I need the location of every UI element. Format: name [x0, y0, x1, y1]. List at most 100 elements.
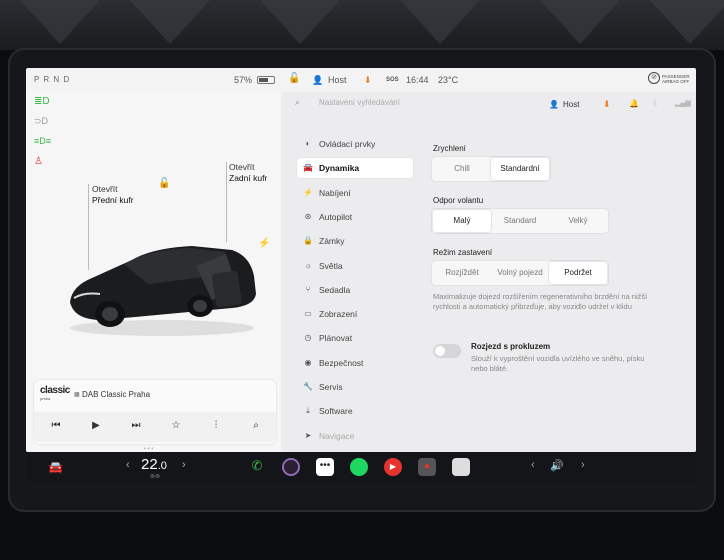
settings-menu-item[interactable]: ▭ Zobrazení: [297, 304, 413, 324]
steering-title: Odpor volantu: [433, 196, 484, 205]
youtube-icon[interactable]: ▶: [384, 458, 402, 476]
settings-menu-item[interactable]: ➤ Navigace: [297, 426, 413, 446]
play-icon[interactable]: ▶: [88, 420, 104, 434]
acceleration-option-standard[interactable]: Standardní: [491, 158, 549, 180]
front-trunk-label: Přední kufr: [92, 195, 134, 205]
volume-up-chevron-icon[interactable]: ›: [581, 459, 585, 471]
navigation-icon: ➤: [304, 430, 312, 440]
toggle-icon: ◐: [305, 139, 311, 148]
station-name: DAB Classic Praha: [82, 390, 151, 399]
equalizer-icon[interactable]: ⫶: [208, 420, 224, 434]
profile-icon[interactable]: 👤: [312, 75, 323, 86]
lock-open-icon[interactable]: 🔓: [288, 73, 300, 84]
car-view-panel: ≣D ⊃D ≡D≡ ♙ Otevřít Přední kufr 🔓 Otevří…: [26, 92, 281, 452]
bluetooth-icon[interactable]: ᛒ: [653, 99, 658, 108]
media-search-icon[interactable]: ⌕: [248, 420, 264, 434]
settings-menu-item[interactable]: ⑂ Sedadla: [297, 280, 413, 300]
more-apps-icon[interactable]: •••: [316, 458, 334, 476]
phone-icon[interactable]: ✆: [248, 458, 266, 476]
search-input[interactable]: Nastavení vyhledávání: [319, 98, 400, 107]
stopping-mode-selector: Rozjíždět Volný pojezd Podržet: [431, 260, 609, 286]
settings-menu-label: Světla: [319, 260, 343, 271]
settings-menu-label: Bezpečnost: [319, 357, 364, 368]
settings-menu-label: Servis: [319, 382, 343, 392]
favorite-star-icon[interactable]: ☆: [168, 420, 184, 434]
outside-temp: 23°C: [438, 75, 459, 85]
dashcam-icon[interactable]: ●: [418, 458, 436, 476]
settings-menu-item[interactable]: ⊛ Autopilot: [297, 207, 413, 227]
stopping-option-creep[interactable]: Rozjíždět: [433, 262, 491, 284]
steering-option-heavy[interactable]: Velký: [549, 210, 607, 232]
settings-menu-label: Software: [319, 406, 353, 417]
bolt-icon: ⚡: [303, 187, 313, 197]
settings-profile-icon[interactable]: 👤: [549, 100, 559, 109]
status-bar: P R N D 57% 🔓 👤 Host ⬇ SOS 16:44 23°C ⊘ …: [26, 68, 696, 92]
previous-track-icon[interactable]: ⏮: [48, 420, 64, 434]
seat-icon: ⑂: [305, 284, 311, 294]
settings-menu-item[interactable]: ◷ Plánovat: [297, 328, 413, 348]
settings-menu-item[interactable]: ◉ Bezpečnost: [297, 353, 413, 373]
settings-menu-label: Nabíjení: [319, 187, 351, 198]
acceleration-option-chill[interactable]: Chill: [433, 158, 491, 180]
car-unlocked-icon[interactable]: 🔓: [158, 178, 170, 189]
stopping-mode-title: Režim zastavení: [433, 248, 493, 257]
sos-label: SOS: [386, 77, 399, 83]
slip-start-toggle[interactable]: [433, 344, 461, 358]
front-trunk-button[interactable]: Otevřít Přední kufr: [92, 184, 134, 206]
settings-menu-item[interactable]: 🚘 Dynamika: [297, 158, 413, 179]
clock-icon: ◷: [304, 333, 312, 343]
touchscreen: P R N D 57% 🔓 👤 Host ⬇ SOS 16:44 23°C ⊘ …: [26, 68, 696, 452]
volume-icon[interactable]: 🔊: [550, 459, 564, 472]
stopping-option-hold[interactable]: Podržet: [549, 262, 607, 284]
settings-menu-item[interactable]: ⤓ Software: [297, 401, 413, 421]
temp-down-chevron-icon[interactable]: ‹: [126, 459, 130, 471]
settings-profile-name[interactable]: Host: [563, 100, 579, 109]
profile-name[interactable]: Host: [328, 75, 347, 85]
steering-wheel-icon: ⊛: [304, 211, 312, 221]
airbag-status: PASSENGER AIRBAG OFF: [662, 74, 690, 84]
car-icon[interactable]: 🚘: [48, 460, 63, 474]
update-download-icon[interactable]: ⬇: [603, 99, 611, 110]
steering-selector: Malý Standard Velký: [431, 208, 609, 234]
car-3d-model[interactable]: [62, 220, 262, 340]
front-trunk-action: Otevřít: [92, 184, 118, 194]
settings-menu-item[interactable]: ⚡ Nabíjení: [297, 183, 413, 203]
temp-up-chevron-icon[interactable]: ›: [182, 459, 186, 471]
settings-menu-label: Sedadla: [319, 284, 351, 295]
sun-icon: ☼: [304, 260, 312, 270]
settings-menu-label: Plánovat: [319, 333, 353, 344]
settings-panel: ⌕ Nastavení vyhledávání 👤 Host ⬇ 🔔 ᛒ ▂▄▆…: [281, 92, 696, 452]
settings-menu-label: Autopilot: [319, 211, 353, 222]
acceleration-selector: Chill Standardní: [431, 156, 551, 182]
rear-trunk-label: Zadní kufr: [229, 173, 268, 183]
rear-trunk-button[interactable]: Otevřít Zadní kufr: [229, 162, 267, 184]
settings-menu-item[interactable]: 🔒 Zámky: [297, 231, 413, 251]
settings-menu-label: Ovládací prvky: [319, 139, 376, 149]
settings-menu-item[interactable]: ☼ Světla: [297, 256, 413, 276]
search-icon: ⌕: [295, 97, 301, 107]
spotify-icon[interactable]: [350, 458, 368, 476]
volume-down-chevron-icon[interactable]: ‹: [531, 459, 535, 471]
download-icon[interactable]: ⬇: [364, 75, 372, 86]
stopping-option-roll[interactable]: Volný pojezd: [491, 262, 549, 284]
background-top: [0, 0, 724, 50]
settings-menu-item[interactable]: 🔧 Servis: [297, 377, 413, 397]
next-track-icon[interactable]: ⏭: [128, 420, 144, 434]
bell-icon[interactable]: 🔔: [629, 99, 639, 108]
steering-option-light[interactable]: Malý: [433, 210, 491, 232]
dab-icon: ▦: [74, 392, 80, 398]
cabin-temp[interactable]: 22.0: [141, 456, 167, 473]
settings-menu-item[interactable]: ◐ Ovládací prvky: [297, 134, 413, 154]
battery-icon: [257, 76, 275, 84]
climate-fan-icon[interactable]: ⊚⊚: [150, 473, 160, 480]
seatbelt-warning-icon: ♙: [34, 156, 43, 167]
car-icon: 🚘: [303, 163, 313, 173]
steering-option-standard[interactable]: Standard: [491, 210, 549, 232]
camera-app-icon[interactable]: [282, 458, 300, 476]
bottom-dock: 🚘 ‹ 22.0 › ⊚⊚ ✆ ••• ▶ ● ‹ 🔊 ›: [26, 452, 696, 482]
slip-start-description: Slouží k vyproštění vozidla uvízlého ve …: [471, 354, 645, 373]
cabin-temp-decimal: .0: [157, 460, 167, 472]
toybox-icon[interactable]: [452, 458, 470, 476]
media-player[interactable]: classic praha ▦ DAB Classic Praha ⏮ ▶ ⏭ …: [34, 380, 276, 444]
stopping-mode-description: Maximalizuje dojezd rozšířením regenerat…: [433, 292, 648, 311]
